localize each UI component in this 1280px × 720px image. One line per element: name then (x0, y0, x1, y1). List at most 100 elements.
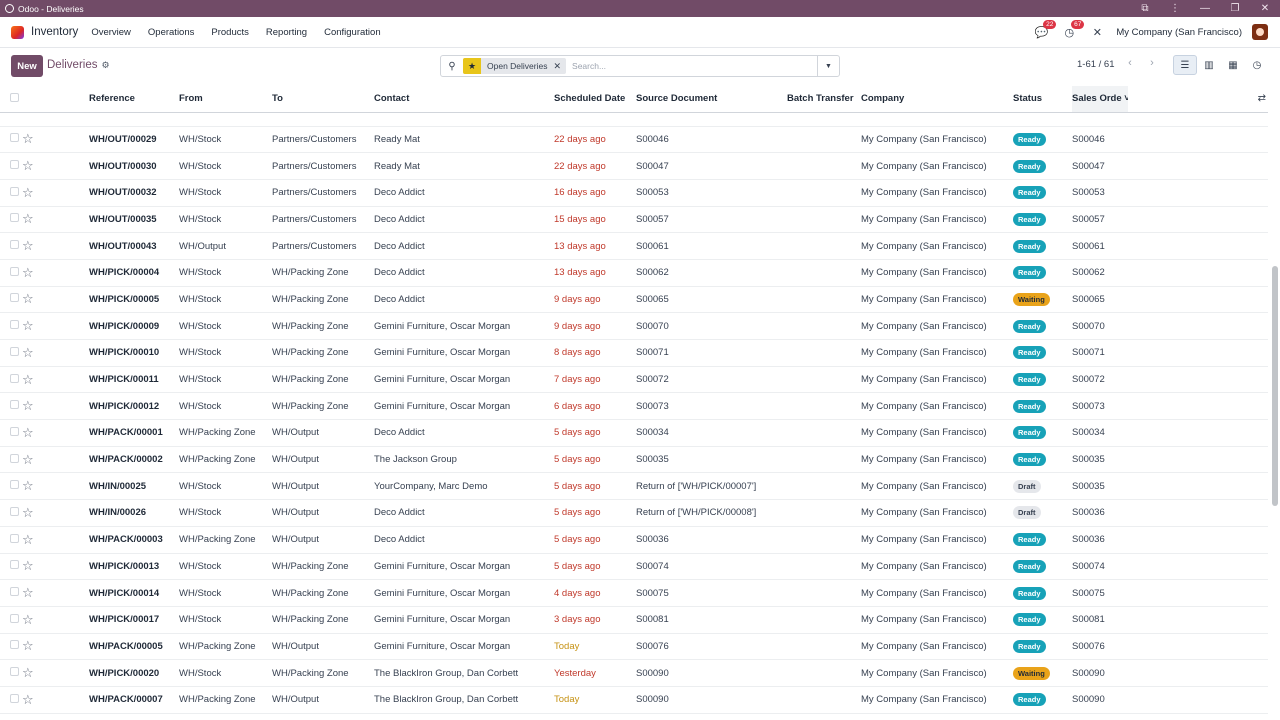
table-row[interactable]: ☆ WH/OUT/00043 WH/Output Partners/Custom… (0, 232, 1268, 260)
favorite-star-icon[interactable]: ☆ (22, 472, 89, 501)
table-row[interactable]: ☆ WH/OUT/00029 WH/Stock Partners/Custome… (0, 126, 1268, 154)
table-row[interactable]: ☆ WH/PACK/00005 WH/Packing Zone WH/Outpu… (0, 633, 1268, 661)
app-name[interactable]: Inventory (31, 26, 78, 38)
search-options-toggle-icon[interactable]: ▼ (817, 56, 839, 76)
favorite-star-icon[interactable]: ☆ (22, 526, 89, 554)
pager-next-icon[interactable]: › (1144, 57, 1160, 73)
table-row[interactable]: ☆ WH/PICK/00010 WH/Stock WH/Packing Zone… (0, 339, 1268, 367)
row-checkbox[interactable] (0, 579, 22, 607)
row-checkbox[interactable] (0, 392, 22, 421)
table-row[interactable]: ☆ WH/OUT/00032 WH/Stock Partners/Custome… (0, 179, 1268, 207)
row-checkbox[interactable] (0, 366, 22, 394)
column-reference[interactable]: Reference (89, 86, 179, 113)
row-checkbox[interactable] (0, 686, 22, 714)
pager-previous-icon[interactable]: ‹ (1122, 57, 1138, 73)
minimize-icon[interactable]: — (1190, 3, 1220, 14)
favorite-star-icon[interactable]: ☆ (22, 419, 89, 447)
row-checkbox[interactable] (0, 286, 22, 314)
gear-icon[interactable]: ⚙ (102, 60, 110, 71)
table-row[interactable]: ☆ WH/OUT/00035 WH/Stock Partners/Custome… (0, 206, 1268, 234)
favorite-star-icon[interactable]: ☆ (22, 633, 89, 661)
vertical-scrollbar[interactable] (1272, 266, 1278, 506)
company-switcher[interactable]: My Company (San Francisco) (1116, 27, 1242, 38)
menu-products[interactable]: Products (211, 27, 249, 38)
table-row[interactable]: ☆ WH/PICK/00017 WH/Stock WH/Packing Zone… (0, 606, 1268, 634)
favorite-star-icon[interactable]: ☆ (22, 366, 89, 394)
row-checkbox[interactable] (0, 312, 22, 340)
row-checkbox[interactable] (0, 152, 22, 180)
new-button[interactable]: New (11, 55, 43, 77)
column-status[interactable]: Status (1013, 86, 1072, 113)
search-input[interactable] (572, 61, 813, 71)
search-bar[interactable]: ⚲ ★ Open Deliveries ✕ ▼ (440, 55, 840, 77)
favorite-star-icon[interactable]: ☆ (22, 232, 89, 260)
row-checkbox[interactable] (0, 259, 22, 287)
table-row[interactable]: ☆ WH/PACK/00003 WH/Packing Zone WH/Outpu… (0, 526, 1268, 554)
kanban-view-icon[interactable]: ▥ (1197, 55, 1221, 75)
favorite-star-icon[interactable]: ☆ (22, 126, 89, 154)
row-checkbox[interactable] (0, 526, 22, 554)
inventory-app-icon[interactable] (11, 25, 24, 39)
menu-operations[interactable]: Operations (148, 27, 194, 38)
column-to[interactable]: To (272, 86, 374, 113)
column-source-document[interactable]: Source Document (636, 86, 787, 113)
column-scheduled-date[interactable]: Scheduled Date (554, 86, 636, 113)
favorite-star-icon[interactable]: ☆ (22, 179, 89, 207)
messages-icon[interactable]: 💬 22 (1030, 20, 1057, 41)
favorite-star-icon[interactable]: ☆ (22, 312, 89, 340)
favorite-star-icon[interactable]: ☆ (22, 339, 89, 367)
table-row[interactable]: ☆ WH/PICK/00004 WH/Stock WH/Packing Zone… (0, 259, 1268, 287)
row-checkbox[interactable] (0, 232, 22, 260)
favorite-star-icon[interactable]: ☆ (22, 286, 89, 314)
table-row[interactable]: ☆ WH/PACK/00007 WH/Packing Zone WH/Outpu… (0, 686, 1268, 714)
activities-icon[interactable]: ◷ 67 (1058, 20, 1085, 41)
table-row[interactable]: ☆ WH/PICK/00012 WH/Stock WH/Packing Zone… (0, 392, 1268, 421)
favorite-star-icon[interactable]: ☆ (22, 152, 89, 180)
menu-reporting[interactable]: Reporting (266, 27, 307, 38)
user-avatar[interactable] (1252, 24, 1268, 40)
row-checkbox[interactable] (0, 179, 22, 207)
row-checkbox[interactable] (0, 659, 22, 687)
calendar-view-icon[interactable]: ▦ (1221, 55, 1245, 75)
row-checkbox[interactable] (0, 126, 22, 154)
activity-view-icon[interactable]: ◷ (1245, 55, 1269, 75)
pager-value[interactable]: 1-61 / 61 (1077, 59, 1115, 70)
favorite-star-icon[interactable]: ☆ (22, 446, 89, 474)
table-row[interactable]: ☆ WH/PICK/00013 WH/Stock WH/Packing Zone… (0, 553, 1268, 581)
row-checkbox[interactable] (0, 446, 22, 474)
favorite-star-icon[interactable]: ☆ (22, 259, 89, 287)
row-checkbox[interactable] (0, 553, 22, 581)
optional-columns-icon[interactable]: ⇄ (1258, 93, 1266, 104)
favorite-star-icon[interactable]: ☆ (22, 686, 89, 714)
favorite-star-icon[interactable]: ☆ (22, 499, 89, 527)
select-all-checkbox[interactable] (0, 86, 22, 113)
table-row[interactable]: ☆ WH/OUT/00030 WH/Stock Partners/Custome… (0, 152, 1268, 180)
favorite-star-icon[interactable]: ☆ (22, 392, 89, 421)
row-checkbox[interactable] (0, 606, 22, 634)
column-from[interactable]: From (179, 86, 272, 113)
restore-icon[interactable]: ❐ (1220, 3, 1250, 14)
close-window-icon[interactable]: ✕ (1250, 3, 1280, 14)
favorite-star-icon[interactable]: ☆ (22, 553, 89, 581)
table-row[interactable]: ☆ WH/PICK/00011 WH/Stock WH/Packing Zone… (0, 366, 1268, 394)
column-sales-order[interactable]: Sales Orde ˅ (1072, 86, 1128, 113)
extensions-icon[interactable]: ⧉ (1130, 3, 1160, 14)
search-icon[interactable]: ⚲ (441, 61, 463, 72)
menu-overview[interactable]: Overview (91, 27, 131, 38)
favorite-star-icon[interactable]: ☆ (22, 579, 89, 607)
row-checkbox[interactable] (0, 633, 22, 661)
row-checkbox[interactable] (0, 206, 22, 234)
table-row[interactable]: ☆ WH/PICK/00009 WH/Stock WH/Packing Zone… (0, 312, 1268, 340)
facet-remove-icon[interactable]: ✕ (553, 61, 566, 72)
list-view-icon[interactable]: ☰ (1173, 55, 1197, 75)
table-row[interactable]: ☆ WH/PICK/00005 WH/Stock WH/Packing Zone… (0, 286, 1268, 314)
debug-tools-icon[interactable]: ✕ (1086, 23, 1108, 41)
favorite-star-icon[interactable]: ☆ (22, 206, 89, 234)
table-row[interactable]: ☆ WH/PICK/00020 WH/Stock WH/Packing Zone… (0, 659, 1268, 687)
row-checkbox[interactable] (0, 339, 22, 367)
table-row[interactable]: ☆ WH/IN/00025 WH/Stock WH/Output YourCom… (0, 472, 1268, 501)
table-row[interactable]: ☆ WH/PICK/00014 WH/Stock WH/Packing Zone… (0, 579, 1268, 607)
column-contact[interactable]: Contact (374, 86, 554, 113)
table-row[interactable]: ☆ WH/PACK/00001 WH/Packing Zone WH/Outpu… (0, 419, 1268, 447)
favorite-star-icon[interactable]: ☆ (22, 606, 89, 634)
